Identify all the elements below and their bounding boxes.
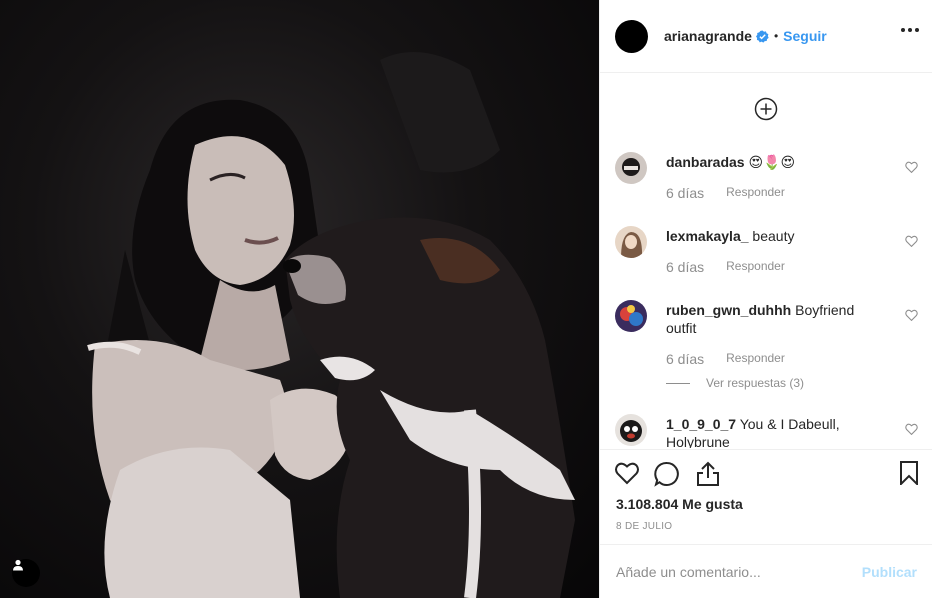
plus-circle-icon[interactable] xyxy=(754,97,778,126)
post-actions xyxy=(600,449,932,495)
header-separator-dot: • xyxy=(773,29,779,43)
tag-user-button[interactable] xyxy=(12,559,40,587)
like-button[interactable] xyxy=(614,461,640,490)
post-photo[interactable] xyxy=(0,0,599,598)
heart-icon[interactable] xyxy=(905,308,918,326)
comment-username[interactable]: 1_0_9_0_7 xyxy=(666,416,736,432)
speech-bubble-icon xyxy=(654,462,679,487)
comment-item: lexmakayla_ beauty 6 días Responder xyxy=(615,226,920,286)
post-header: arianagrande • Seguir xyxy=(600,0,932,73)
share-icon xyxy=(697,461,719,486)
user-tag-icon xyxy=(13,559,23,571)
reply-button[interactable]: Responder xyxy=(726,185,785,201)
post-side-panel: arianagrande • Seguir danbaradas 😍🌷😍 6 d… xyxy=(599,0,932,598)
view-replies-button[interactable]: Ver respuestas (3) xyxy=(666,376,804,390)
reply-button[interactable]: Responder xyxy=(726,259,785,275)
follow-button[interactable]: Seguir xyxy=(783,28,827,44)
comment-time[interactable]: 6 días xyxy=(666,185,704,201)
verified-badge-icon xyxy=(755,29,769,43)
author-avatar[interactable] xyxy=(615,19,648,53)
replies-divider xyxy=(666,382,690,384)
post-photo-illustration xyxy=(87,52,575,598)
commenter-avatar[interactable] xyxy=(615,300,647,332)
comment-username[interactable]: danbaradas xyxy=(666,154,745,170)
comment-text: beauty xyxy=(752,228,795,244)
comments-list[interactable]: danbaradas 😍🌷😍 6 días Responder lexmakay… xyxy=(600,74,932,448)
heart-icon[interactable] xyxy=(905,160,918,178)
comment-input[interactable] xyxy=(616,562,836,582)
share-button[interactable] xyxy=(696,461,720,492)
comment-item: danbaradas 😍🌷😍 6 días Responder xyxy=(615,152,920,212)
view-replies-label: Ver respuestas (3) xyxy=(706,376,805,390)
commenter-avatar[interactable] xyxy=(615,226,647,258)
comment-time[interactable]: 6 días xyxy=(666,259,704,275)
comment-username[interactable]: lexmakayla_ xyxy=(666,228,749,244)
comment-item: ruben_gwn_duhhh Boyfriend outfit 6 días … xyxy=(615,300,920,396)
comment-username[interactable]: ruben_gwn_duhhh xyxy=(666,302,791,318)
more-options-icon[interactable] xyxy=(901,28,919,32)
save-button[interactable] xyxy=(899,461,919,490)
post-date[interactable]: 8 DE JULIO xyxy=(616,521,672,532)
comment-text: 😍🌷😍 xyxy=(748,154,796,170)
comment-button[interactable] xyxy=(654,461,680,492)
author-username[interactable]: arianagrande xyxy=(664,28,752,44)
heart-icon[interactable] xyxy=(905,234,918,252)
likes-count[interactable]: 3.108.804 Me gusta xyxy=(616,496,743,512)
comment-item: 1_0_9_0_7 You & I Dabeull, Holybrune xyxy=(615,414,920,448)
heart-icon xyxy=(615,462,639,485)
heart-icon[interactable] xyxy=(905,422,918,440)
bookmark-icon xyxy=(900,461,918,487)
publish-button[interactable]: Publicar xyxy=(862,564,917,580)
reply-button[interactable]: Responder xyxy=(726,351,785,367)
add-comment-section: Publicar xyxy=(600,544,932,598)
comment-time[interactable]: 6 días xyxy=(666,351,704,367)
commenter-avatar[interactable] xyxy=(615,414,647,446)
commenter-avatar[interactable] xyxy=(615,152,647,184)
